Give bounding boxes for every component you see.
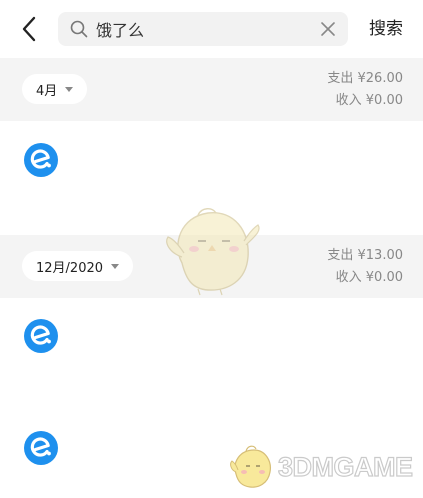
search-input[interactable] (96, 12, 316, 46)
search-box[interactable] (58, 12, 348, 46)
income-total: 收入 ¥0.00 (335, 270, 403, 285)
search-icon (70, 20, 88, 38)
chevron-down-icon (65, 86, 74, 92)
back-arrow-icon[interactable] (18, 14, 42, 44)
watermark-logo: 3DMGAME (226, 442, 416, 492)
watermark-mascot (158, 205, 266, 297)
income-total: 收入 ¥0.00 (335, 93, 403, 108)
month-summary: 支出 ¥13.00 收入 ¥0.00 (327, 245, 403, 289)
clear-icon[interactable] (320, 21, 336, 37)
expense-total: 支出 ¥26.00 (327, 71, 403, 86)
month-label: 12月/2020 (36, 260, 104, 276)
watermark-text: 3DMGAME (277, 451, 413, 482)
month-selector[interactable]: 4月 (22, 74, 88, 104)
month-label: 4月 (36, 83, 58, 99)
month-summary: 支出 ¥26.00 收入 ¥0.00 (327, 68, 403, 112)
top-bar: 搜索 (0, 0, 423, 57)
eleme-icon[interactable] (24, 319, 58, 353)
expense-total: 支出 ¥13.00 (327, 248, 403, 263)
eleme-icon[interactable] (24, 143, 58, 177)
chevron-down-icon (111, 263, 120, 269)
search-button[interactable]: 搜索 (364, 16, 408, 42)
month-selector[interactable]: 12月/2020 (22, 251, 134, 281)
eleme-icon[interactable] (24, 431, 58, 465)
month-header: 4月 支出 ¥26.00 收入 ¥0.00 (0, 58, 423, 121)
